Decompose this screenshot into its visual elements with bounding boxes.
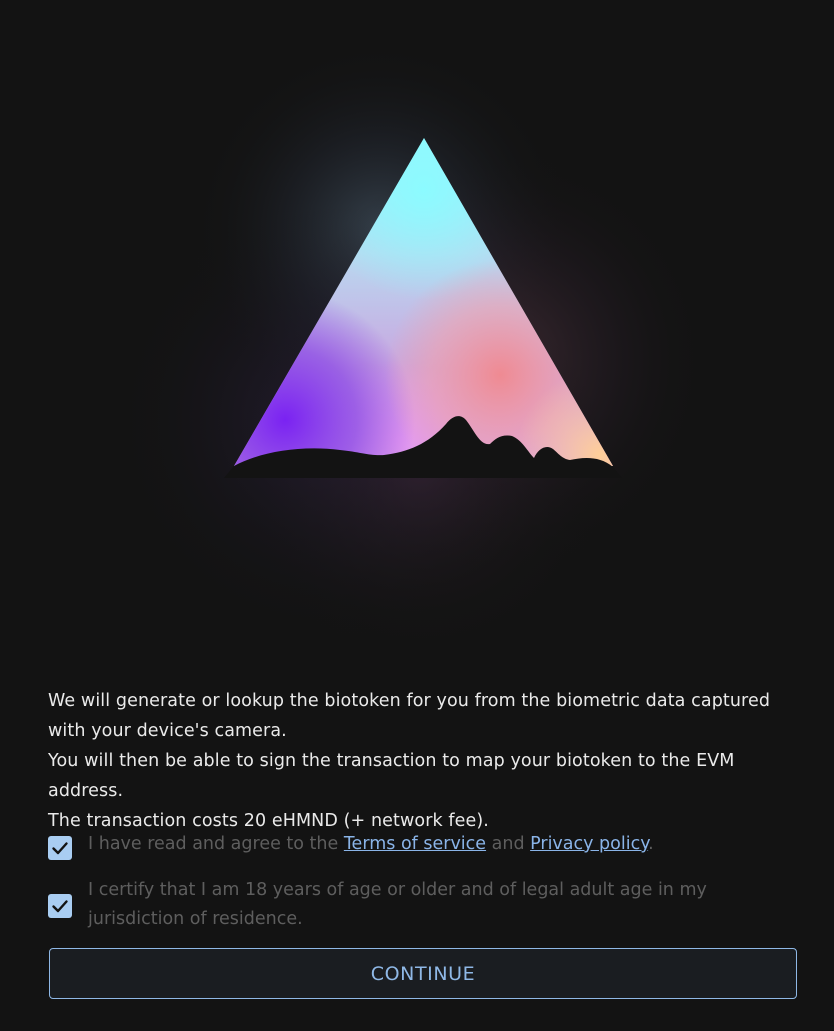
- terms-consent-row: I have read and agree to the Terms of se…: [48, 830, 788, 860]
- hero-illustration: [0, 0, 834, 660]
- check-icon: [52, 900, 68, 913]
- page: We will generate or lookup the biotoken …: [0, 0, 834, 1031]
- age-consent-row: I certify that I am 18 years of age or o…: [48, 876, 788, 934]
- check-icon: [52, 842, 68, 855]
- age-consent-label: I certify that I am 18 years of age or o…: [88, 880, 707, 929]
- privacy-policy-link[interactable]: Privacy policy: [530, 834, 648, 854]
- age-checkbox[interactable]: [48, 894, 72, 918]
- terms-and-text: and: [486, 834, 531, 854]
- intro-text: We will generate or lookup the biotoken …: [48, 686, 808, 836]
- terms-prefix-text: I have read and agree to the: [88, 834, 344, 854]
- terms-of-service-link[interactable]: Terms of service: [344, 834, 486, 854]
- continue-button[interactable]: CONTINUE: [49, 948, 797, 999]
- terms-suffix-text: .: [648, 834, 654, 854]
- intro-line-biotoken: We will generate or lookup the biotoken …: [48, 691, 771, 741]
- terms-checkbox[interactable]: [48, 836, 72, 860]
- intro-line-sign: You will then be able to sign the transa…: [48, 751, 735, 801]
- terms-consent-label: I have read and agree to the Terms of se…: [88, 830, 788, 859]
